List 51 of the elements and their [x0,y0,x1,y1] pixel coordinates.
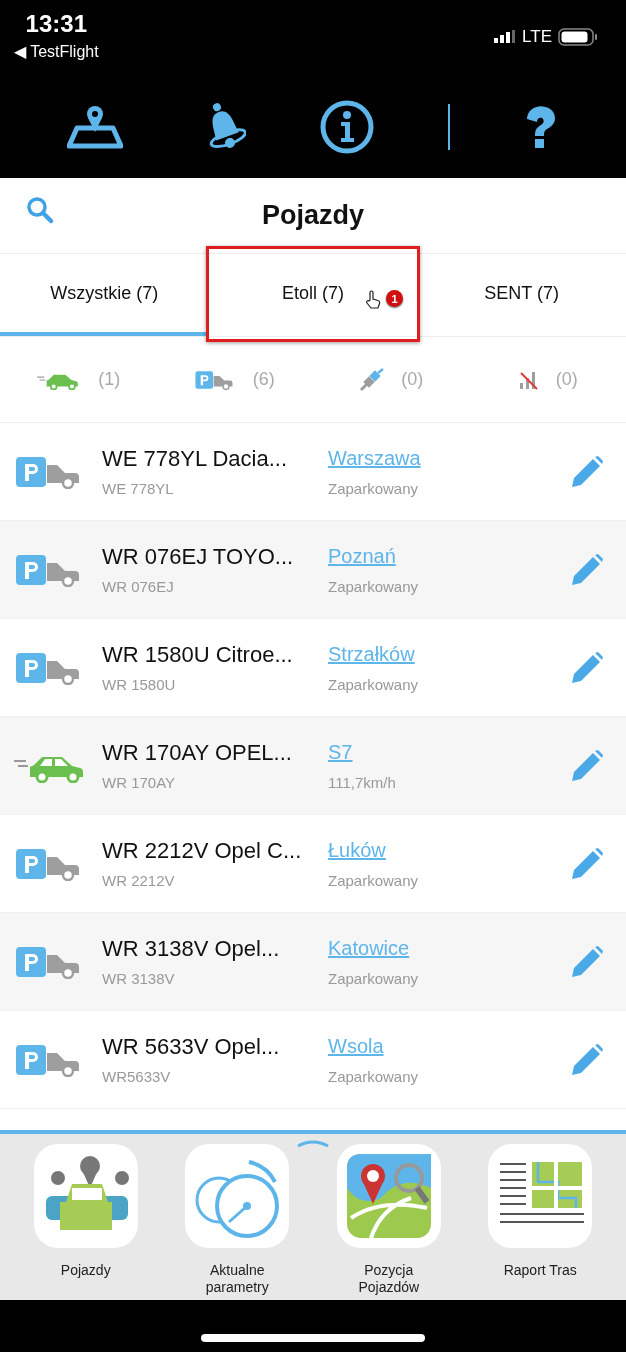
vehicle-name: WR 170AY OPEL... [102,740,293,766]
filter-count: (6) [252,369,275,390]
vehicle-row[interactable]: WR 170AY OPEL... WR 170AY S7 111,7km/h [0,717,626,815]
vehicle-name: WR 3138V Opel... [102,936,281,962]
search-icon[interactable] [26,196,54,224]
vehicle-status: Zaparkowany [328,871,419,889]
edit-icon[interactable] [570,846,604,881]
plate-number: WR 170AY [102,774,177,791]
plate-number: WR5633V [102,1068,172,1085]
edit-icon[interactable] [570,944,604,979]
vehicle-status: 111,7km/h [328,773,396,791]
edit-icon[interactable] [570,748,604,783]
expand-handle-icon[interactable] [296,1138,330,1148]
plug-icon [359,367,386,392]
plate-number: WE 778YL [102,480,175,497]
back-to-app-link[interactable]: ◀ TestFlight [14,42,99,61]
filter-count: (0) [555,369,578,390]
vehicle-name: WR 076EJ TOYO... [102,544,295,570]
step-badge: 1 [386,290,403,307]
hand-cursor-icon [365,290,381,310]
vehicle-status: Zaparkowany [328,577,419,595]
map-pin-icon[interactable] [66,103,123,150]
battery-icon [558,28,598,46]
edit-icon[interactable] [570,454,604,489]
vehicle-row[interactable]: WR 076EJ TOYO... WR 076EJ Poznań Zaparkowany [0,521,626,619]
edit-icon[interactable] [570,1042,604,1077]
vehicle-status: Zaparkowany [328,969,419,987]
vehicle-row[interactable]: WR 3138V Opel... WR 3138V Katowice Zaparkowany [0,913,626,1011]
vehicle-status: Zaparkowany [328,675,419,693]
vehicle-row[interactable]: WR 5633V Opel... WR5633V Wsola Zaparkowany [0,1011,626,1109]
vehicle-name: WR 5633V Opel... [102,1034,281,1060]
page-title: Pojazdy [262,200,364,231]
tab[interactable]: SENT (7) [417,254,626,336]
network-type: LTE [522,27,552,47]
plate-number: WR 1580U [102,676,177,693]
plate-number: WR 076EJ [102,578,175,595]
vehicle-name: WE 778YL Dacia... [102,446,289,472]
plate-number: WR 2212V [102,872,176,889]
signal-icon [494,30,517,44]
vehicle-status: Zaparkowany [328,1067,419,1085]
edit-icon[interactable] [570,552,604,587]
filter-count: (0) [401,369,424,390]
vehicle-name: WR 2212V Opel C... [102,838,303,864]
info-icon[interactable] [318,98,375,155]
clock-time: 13:31 [25,10,87,38]
plate-number: WR 3138V [102,970,176,987]
vehicle-name: WR 1580U Citroe... [102,642,294,668]
filter-count: (1) [98,369,121,390]
edit-icon[interactable] [570,650,604,685]
vehicle-status: Zaparkowany [328,479,419,497]
tab[interactable]: Wszystkie (7) [0,254,209,336]
